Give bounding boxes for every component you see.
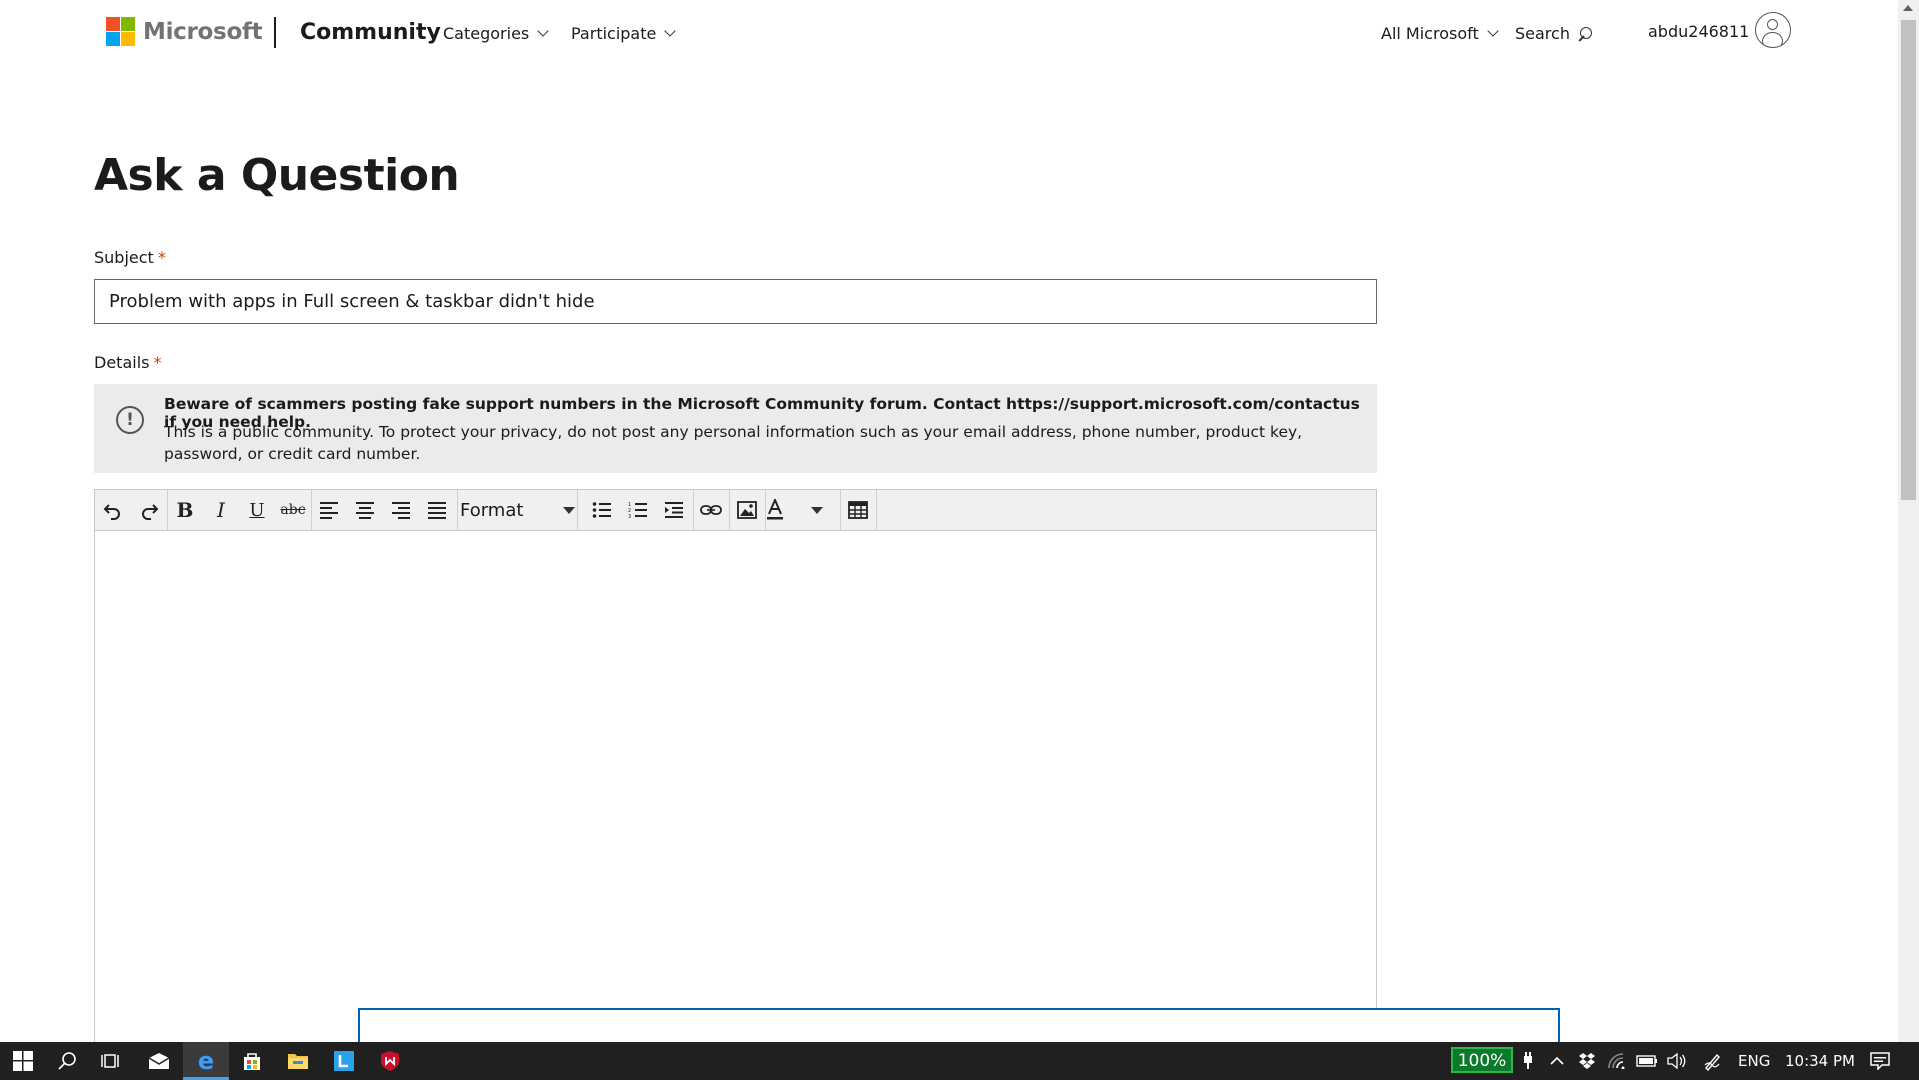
action-center-icon[interactable]: [1860, 1042, 1900, 1080]
svg-text:3: 3: [628, 514, 631, 519]
chevron-down-icon: [664, 25, 677, 37]
table-icon[interactable]: [841, 494, 875, 526]
subject-input[interactable]: [94, 279, 1377, 324]
microsoft-logo-icon: [106, 17, 135, 46]
taskbar-lync-app[interactable]: [321, 1042, 367, 1080]
subject-label-text: Subject: [94, 248, 154, 267]
nav-participate-label: Participate: [571, 24, 657, 43]
site-header: Microsoft Community Categories Participa…: [0, 0, 1898, 70]
search-button[interactable]: Search: [1515, 24, 1592, 43]
strikethrough-icon[interactable]: abc: [276, 494, 310, 526]
shield-icon: [381, 1051, 399, 1071]
community-brand-link[interactable]: Community: [300, 20, 441, 45]
microsoft-wordmark: Microsoft: [143, 18, 263, 45]
italic-icon[interactable]: I: [204, 494, 238, 526]
store-icon: [244, 1053, 260, 1070]
windows-taskbar: e 100% ENG 10:34 PM: [0, 1042, 1919, 1080]
format-dropdown[interactable]: Format: [458, 494, 576, 526]
format-label: Format: [460, 499, 524, 521]
battery-percent-badge[interactable]: 100%: [1451, 1047, 1513, 1073]
start-button[interactable]: [0, 1042, 46, 1080]
align-right-icon[interactable]: [384, 494, 418, 526]
scrollbar-thumb[interactable]: [1901, 20, 1916, 500]
details-label: Details *: [94, 353, 161, 372]
task-view-icon: [101, 1054, 119, 1068]
taskbar-edge[interactable]: e: [183, 1042, 229, 1080]
taskbar-store[interactable]: [229, 1042, 275, 1080]
page-scrollbar[interactable]: [1898, 0, 1919, 1042]
redo-icon[interactable]: [132, 494, 166, 526]
nav-categories-label: Categories: [443, 24, 530, 43]
chevron-down-icon: [537, 25, 549, 37]
username[interactable]: abdu246811: [1648, 22, 1749, 41]
privacy-notice: ! Beware of scammers posting fake suppor…: [94, 384, 1377, 473]
toolbar-separator: [577, 490, 578, 530]
input-language[interactable]: ENG: [1738, 1052, 1770, 1070]
header-divider: [274, 17, 276, 48]
toolbar-separator: [876, 490, 877, 530]
text-color-button[interactable]: [765, 494, 835, 526]
taskbar-file-explorer[interactable]: [275, 1042, 321, 1080]
subject-label: Subject *: [94, 248, 166, 267]
bold-icon[interactable]: B: [168, 494, 202, 526]
search-icon: [1578, 26, 1592, 41]
windows-start-icon: [13, 1051, 33, 1071]
chevron-down-icon: [1487, 25, 1499, 37]
underline-icon[interactable]: U: [240, 494, 274, 526]
show-hidden-icons-chevron-icon[interactable]: [1542, 1042, 1572, 1080]
volume-icon[interactable]: [1662, 1042, 1692, 1080]
battery-icon[interactable]: [1632, 1042, 1662, 1080]
power-plug-icon[interactable]: [1514, 1042, 1542, 1080]
text-color-icon: [767, 499, 783, 520]
align-left-icon[interactable]: [312, 494, 346, 526]
edge-browser-icon: e: [197, 1047, 215, 1075]
account-avatar-icon[interactable]: [1755, 12, 1791, 48]
bullet-list-icon[interactable]: [585, 494, 619, 526]
nav-participate[interactable]: Participate: [571, 24, 677, 43]
scroll-up-icon[interactable]: [1903, 5, 1913, 11]
clock-time[interactable]: 10:34 PM: [1785, 1052, 1855, 1070]
mail-icon: [148, 1053, 170, 1069]
undo-icon[interactable]: [96, 494, 130, 526]
editor-toolbar: B I U abc Format 123: [95, 490, 1376, 531]
pen-ink-workspace-icon[interactable]: [1696, 1042, 1730, 1080]
details-label-text: Details: [94, 353, 150, 372]
link-icon[interactable]: [694, 494, 728, 526]
page-title: Ask a Question: [94, 150, 460, 201]
task-view-button[interactable]: [88, 1042, 134, 1080]
nav-categories[interactable]: Categories: [443, 24, 549, 43]
notice-body: This is a public community. To protect y…: [164, 423, 1303, 463]
required-marker: *: [153, 353, 162, 372]
justify-icon[interactable]: [420, 494, 454, 526]
caret-down-icon: [563, 506, 576, 514]
info-alert-icon: !: [116, 406, 144, 434]
wifi-icon[interactable]: [1602, 1042, 1632, 1080]
microsoft-logo[interactable]: Microsoft: [106, 17, 263, 46]
numbered-list-icon[interactable]: 123: [621, 494, 655, 526]
details-editor[interactable]: B I U abc Format 123: [94, 489, 1377, 1049]
taskbar-mcafee[interactable]: [367, 1042, 413, 1080]
required-marker: *: [157, 248, 166, 267]
search-taskbar-button[interactable]: [44, 1042, 90, 1080]
image-icon[interactable]: [730, 494, 764, 526]
all-microsoft-label: All Microsoft: [1381, 24, 1479, 43]
taskbar-mail[interactable]: [136, 1042, 182, 1080]
dropbox-icon[interactable]: [1572, 1042, 1602, 1080]
indent-icon[interactable]: [657, 494, 691, 526]
search-label: Search: [1515, 24, 1570, 43]
l-app-icon: [334, 1051, 354, 1071]
search-icon: [58, 1052, 76, 1070]
all-microsoft-menu[interactable]: All Microsoft: [1381, 24, 1499, 43]
caret-down-icon: [811, 506, 823, 514]
folder-icon: [288, 1054, 308, 1069]
align-center-icon[interactable]: [348, 494, 382, 526]
